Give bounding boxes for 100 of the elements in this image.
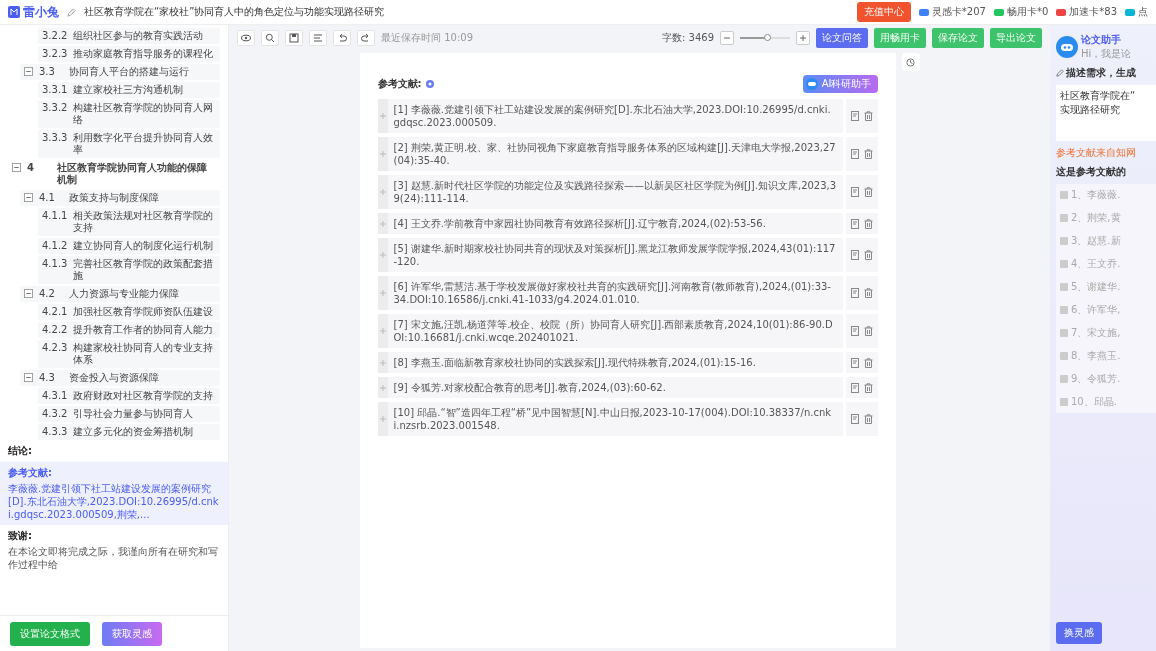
edit-icon[interactable] [850, 218, 860, 229]
drag-handle-icon[interactable] [377, 213, 388, 234]
refresh-button[interactable]: 换灵感 [1056, 622, 1102, 644]
zoom-out-icon[interactable] [720, 31, 734, 45]
assistant-title: 论文助手 [1081, 33, 1122, 47]
section-panel[interactable]: 致谢: 在本论文即将完成之际，我谨向所有在研究和写作过程中给 [0, 525, 228, 575]
delete-icon[interactable] [863, 149, 873, 159]
edit-icon[interactable] [850, 288, 860, 298]
reference-item: 6、许军华, [1071, 303, 1121, 317]
outline-number: 4.1 [39, 192, 56, 204]
drag-handle-icon[interactable] [377, 99, 388, 133]
outline-number: 4.3.2 [42, 408, 68, 420]
checkbox[interactable] [1060, 306, 1068, 314]
search-icon[interactable] [261, 30, 279, 46]
outline-title[interactable]: 政府财政对社区教育学院的支持 [73, 390, 214, 402]
collapse-icon[interactable] [12, 163, 21, 172]
outline-title[interactable]: 政策支持与制度保障 [69, 192, 159, 204]
toolbar-button[interactable]: 论文问答 [816, 28, 868, 48]
outline-number: 4 [27, 162, 35, 174]
edit-icon[interactable] [850, 149, 860, 159]
outline-title[interactable]: 推动家庭教育指导服务的课程化 [73, 48, 214, 60]
section-panel[interactable]: 参考文献: 李薇薇.党建引领下社工站建设发展的案例研究[D].东北石油大学,2023.DOI:10.26995/d.cnki.gdqsc.2023.000509,荆荣,... [0, 462, 228, 525]
checkbox[interactable] [1060, 214, 1068, 222]
outline-number: 3.2.3 [42, 48, 68, 60]
checkbox[interactable] [1060, 352, 1068, 360]
outline-title[interactable]: 建立协同育人的制度化运行机制 [73, 240, 214, 252]
outline-title[interactable]: 协同育人平台的搭建与运行 [69, 66, 189, 78]
drag-handle-icon[interactable] [377, 137, 388, 171]
checkbox[interactable] [1060, 398, 1068, 406]
drag-handle-icon[interactable] [377, 175, 388, 209]
edit-icon[interactable] [850, 187, 860, 197]
checkbox[interactable] [1060, 375, 1068, 383]
drag-handle-icon[interactable] [377, 314, 388, 348]
edit-icon[interactable] [850, 357, 860, 368]
outline-title[interactable]: 引导社会力量参与协同育人 [73, 408, 194, 420]
outline-title[interactable]: 完善社区教育学院的政策配套措施 [73, 258, 216, 282]
outline-title[interactable]: 加强社区教育学院师资队伍建设 [73, 306, 214, 318]
zoom-in-icon[interactable] [796, 31, 810, 45]
delete-icon[interactable] [863, 111, 873, 121]
delete-icon[interactable] [863, 326, 873, 336]
checkbox[interactable] [1060, 237, 1068, 245]
outline-title[interactable]: 资金投入与资源保障 [69, 372, 159, 384]
section-panel[interactable]: 结论: [0, 440, 228, 462]
reference-item: 8、李燕玉. [1071, 349, 1121, 363]
outline-title[interactable]: 建立多元化的资金筹措机制 [73, 426, 194, 438]
card-count[interactable]: 点 [1138, 5, 1148, 19]
list-icon[interactable] [309, 30, 327, 46]
delete-icon[interactable] [863, 357, 873, 368]
outline-title[interactable]: 社区教育学院协同育人功能的保障机制 [57, 162, 216, 186]
checkbox[interactable] [1060, 260, 1068, 268]
outline-title[interactable]: 相关政策法规对社区教育学院的支持 [73, 210, 216, 234]
outline-title[interactable]: 组织社区参与的教育实践活动 [73, 30, 204, 42]
outline-title[interactable]: 人力资源与专业能力保障 [69, 288, 179, 300]
edit-icon[interactable] [850, 382, 860, 393]
checkbox[interactable] [1060, 329, 1068, 337]
outline-title[interactable]: 构建社区教育学院的协同育人网络 [73, 102, 216, 126]
redo-icon[interactable] [357, 30, 375, 46]
recharge-button[interactable]: 充值中心 [856, 2, 911, 22]
outline-title[interactable]: 建立家校社三方沟通机制 [73, 84, 184, 96]
collapse-icon[interactable] [24, 289, 33, 298]
drag-handle-icon[interactable] [377, 377, 388, 398]
outline-number: 4.1.1 [42, 210, 68, 222]
drag-handle-icon[interactable] [377, 402, 388, 436]
collapse-icon[interactable] [24, 67, 33, 76]
delete-icon[interactable] [863, 414, 873, 424]
delete-icon[interactable] [863, 382, 873, 393]
delete-icon[interactable] [863, 250, 873, 260]
outline-title[interactable]: 提升教育工作者的协同育人能力 [73, 324, 214, 336]
outline-title[interactable]: 利用数字化平台提升协同育人效率 [73, 132, 216, 156]
collapse-icon[interactable] [24, 373, 33, 382]
edit-icon[interactable] [850, 414, 860, 424]
pencil-icon [67, 7, 76, 17]
section-heading: 结论: [8, 444, 33, 458]
checkbox[interactable] [1060, 283, 1068, 291]
drag-handle-icon[interactable] [377, 238, 388, 272]
checkbox[interactable] [1060, 191, 1068, 199]
edit-icon[interactable] [850, 111, 860, 121]
card-count[interactable]: 加速卡*83 [1069, 5, 1117, 19]
outline-number: 3.3 [39, 66, 56, 78]
card-count[interactable]: 畅用卡*0 [1006, 5, 1049, 19]
undo-icon[interactable] [333, 30, 351, 46]
delete-icon[interactable] [863, 187, 873, 197]
view-icon[interactable] [237, 30, 255, 46]
outline-title[interactable]: 构建家校社协同育人的专业支持体系 [73, 342, 216, 366]
prompt-field[interactable]: 社区教育学院在“ 实现路径研究 [1056, 85, 1156, 141]
edit-icon[interactable] [850, 250, 860, 260]
outline-number: 4.1.2 [42, 240, 68, 252]
drag-handle-icon[interactable] [377, 352, 388, 373]
edit-icon[interactable] [850, 326, 860, 336]
section-text: 李薇薇.党建引领下社工站建设发展的案例研究[D].东北石油大学,2023.DOI:10.26995/d.cnki.gdqsc.2023.000509,荆荣,... [8, 482, 220, 521]
drag-handle-icon[interactable] [377, 276, 388, 310]
history-icon[interactable] [901, 53, 920, 71]
delete-icon[interactable] [863, 288, 873, 298]
card-count[interactable]: 灵感卡*207 [931, 5, 986, 19]
save-icon[interactable] [285, 30, 303, 46]
collapse-icon[interactable] [24, 193, 33, 202]
reference-item: 5、谢建华. [1071, 280, 1121, 294]
outline-number: 4.2.1 [42, 306, 68, 318]
outline-number: 4.3.1 [42, 390, 68, 402]
delete-icon[interactable] [863, 218, 873, 229]
